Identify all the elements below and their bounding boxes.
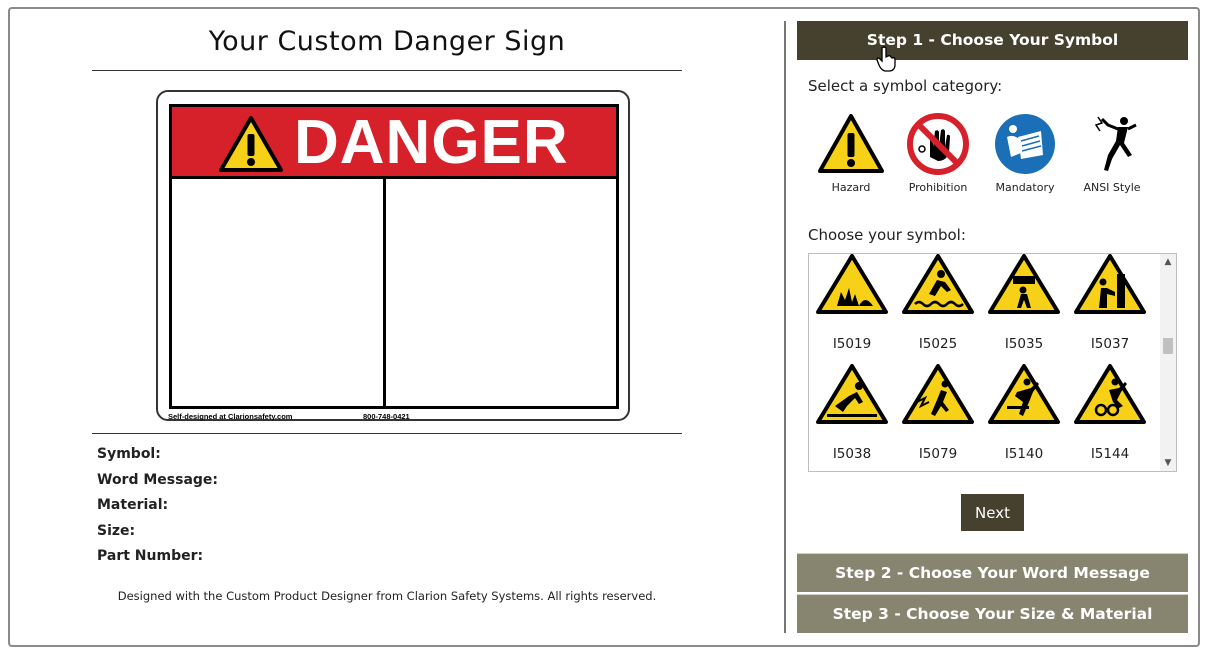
category-hazard[interactable]: Hazard [807,113,895,194]
sign-header: DANGER [172,107,616,179]
category-prohibition[interactable]: Prohibition [894,113,982,194]
symbol-option-I5140[interactable]: I5140 [985,362,1063,462]
category-prompt: Select a symbol category: [808,77,1003,95]
symbol-option-I5079[interactable]: I5079 [899,362,977,462]
sign-details: Symbol: Word Message: Material: Size: Pa… [97,444,218,572]
sign-signal-word: DANGER [294,108,569,177]
symbol-detail: Symbol: [97,446,161,462]
category-label: ANSI Style [1083,181,1141,194]
falling-object-icon [988,254,1060,314]
category-list: Hazard Prohibition Mandatory ANSI Style [807,113,1167,213]
step3-header[interactable]: Step 3 - Choose Your Size & Material [797,594,1188,633]
word-message-detail: Word Message: [97,471,219,488]
symbol-list[interactable]: I5019 I5025 I5035 I5037 I5038 I5079 I514… [808,253,1177,472]
hand-pointer-cursor-icon [876,46,896,72]
mandatory-icon [995,114,1055,174]
electric-shock-icon [902,364,974,424]
material-detail: Material: [97,497,169,513]
symbol-code: I5019 [832,336,872,352]
copyright-notice: Designed with the Custom Product Designe… [117,589,657,603]
scrollbar-thumb[interactable] [1163,338,1173,354]
preview-panel: Your Custom Danger Sign DANGER Self-desi… [92,14,682,603]
trip-hazard-icon [988,364,1060,424]
scroll-up-arrow-icon[interactable]: ▲ [1160,254,1176,270]
sign-column-divider [383,176,386,406]
symbol-option-I5025[interactable]: I5025 [899,254,977,352]
symbol-option-I5019[interactable]: I5019 [813,254,891,352]
slip-fall-icon [816,364,888,424]
symbol-prompt: Choose your symbol: [808,226,966,244]
symbol-option-I5038[interactable]: I5038 [813,362,891,462]
symbol-option-I5037[interactable]: I5037 [1071,254,1149,352]
wizard-panel: Step 1 - Choose Your Symbol Select a sym… [797,21,1188,633]
part-number-detail: Part Number: [97,548,204,564]
step2-header[interactable]: Step 2 - Choose Your Word Message [797,553,1188,592]
sign-preview: DANGER Self-designed at Clarionsafety.co… [156,90,630,421]
warning-triangle-icon [219,116,283,172]
symbol-list-scrollbar[interactable]: ▲ ▼ [1160,254,1176,471]
drowning-hazard-icon [902,254,974,314]
ansi-style-icon [1094,116,1137,171]
symbol-code: I5038 [832,446,872,462]
symbol-option-I5035[interactable]: I5035 [985,254,1063,352]
explosion-hazard-icon [816,254,888,314]
entanglement-icon [1074,364,1146,424]
title-divider [92,70,682,71]
category-label: Prohibition [908,181,968,194]
prohibition-icon [907,113,969,175]
symbol-code: I5025 [918,336,958,352]
size-detail: Size: [97,522,136,539]
symbol-code: I5144 [1090,446,1130,462]
category-ansi-style[interactable]: ANSI Style [1068,113,1156,194]
symbol-code: I5037 [1090,336,1130,352]
category-mandatory[interactable]: Mandatory [981,113,1069,194]
details-divider [92,433,682,434]
sign-panel: DANGER [169,104,619,409]
category-label: Hazard [831,181,871,194]
page-title: Your Custom Danger Sign [208,26,566,57]
panel-separator [784,21,786,633]
scroll-down-arrow-icon[interactable]: ▼ [1160,455,1176,471]
sign-footer-website: Self-designed at Clarionsafety.com [168,412,293,421]
symbol-option-I5144[interactable]: I5144 [1071,362,1149,462]
symbol-code: I5035 [1004,336,1044,352]
hazard-triangle-icon [818,114,884,173]
symbol-code: I5140 [1004,446,1044,462]
crush-hazard-icon [1074,254,1146,314]
step1-header[interactable]: Step 1 - Choose Your Symbol [797,21,1188,60]
symbol-code: I5079 [918,446,958,462]
category-label: Mandatory [995,181,1055,194]
sign-footer-phone: 800-748-0421 [363,412,410,421]
next-button[interactable]: Next [961,494,1024,531]
